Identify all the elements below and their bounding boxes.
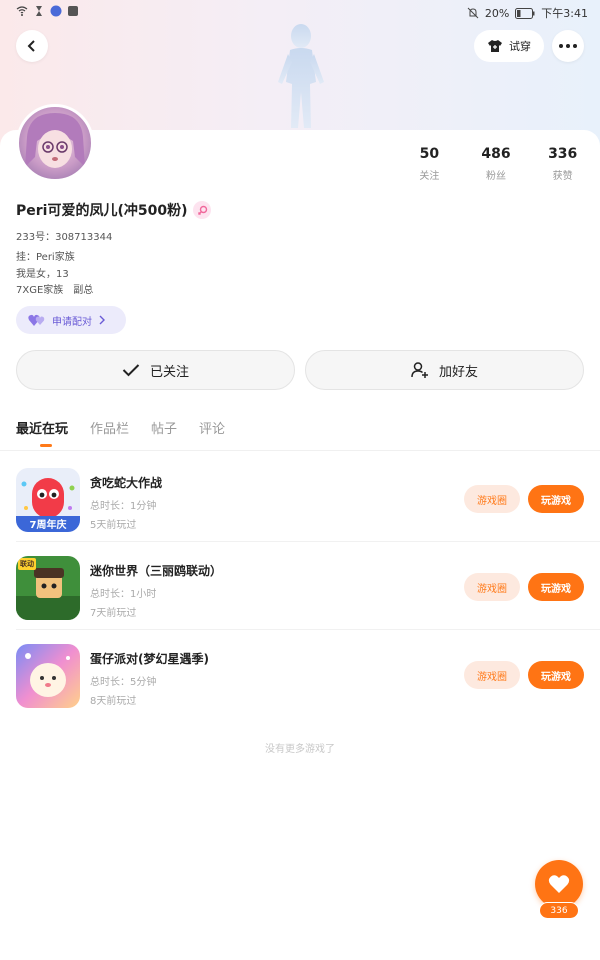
stat-likes[interactable]: 336 获赞 [529, 146, 596, 182]
stat-value: 336 [548, 146, 578, 162]
game-last-played: 8天前玩过 [90, 696, 137, 707]
tab-label: 帖子 [151, 422, 178, 437]
game-name: 迷你世界（三丽鸥联动） [90, 564, 223, 578]
game-list-item[interactable]: 联动 迷你世界（三丽鸥联动） 总时长：1小时 7天前玩过 游戏圈 玩游戏 [0, 542, 600, 630]
avatar[interactable] [16, 104, 94, 182]
like-button[interactable] [535, 860, 583, 908]
tab-label: 作品栏 [90, 422, 130, 437]
profile-stats: 50 关注 486 粉丝 336 获赞 [396, 146, 596, 182]
bio-line: 7XGE家族 副总 [16, 285, 94, 296]
wifi-icon [16, 6, 28, 16]
battery-icon [515, 7, 535, 19]
no-more-games-text: 没有更多游戏了 [265, 744, 335, 755]
game-icon-eggy-party [16, 644, 80, 708]
stat-label: 粉丝 [486, 171, 506, 182]
pair-request-button[interactable]: 申请配对 [16, 306, 126, 334]
game-icon-caption: 联动 [20, 560, 34, 568]
back-button[interactable] [16, 30, 48, 62]
tab-recent-games[interactable]: 最近在玩 [16, 418, 68, 447]
check-icon [122, 364, 140, 377]
more-dots-icon [559, 44, 577, 48]
play-game-button[interactable]: 玩游戏 [528, 661, 584, 689]
bio-line: 挂：Peri家族 [16, 252, 75, 263]
gallery-icon [68, 6, 78, 16]
play-game-button[interactable]: 玩游戏 [528, 485, 584, 513]
bio: 挂：Peri家族 我是女，13 7XGE家族 副总 [16, 250, 93, 300]
tab-active-indicator [40, 444, 52, 447]
stat-followers[interactable]: 486 粉丝 [463, 146, 530, 182]
pair-request-label: 申请配对 [52, 316, 92, 328]
game-duration: 总时长：1小时 [90, 589, 157, 600]
profile-tabs: 最近在玩 作品栏 帖子 评论 [16, 418, 225, 447]
tab-label: 评论 [199, 422, 226, 437]
double-heart-icon [28, 314, 45, 326]
gender-female-icon [193, 201, 212, 219]
try-on-label: 试穿 [509, 40, 531, 53]
stat-value: 50 [419, 146, 440, 162]
hourglass-icon [36, 6, 42, 16]
try-on-button[interactable]: 试穿 [474, 30, 544, 62]
bio-line: 我是女，13 [16, 268, 69, 280]
chevron-left-icon [27, 40, 35, 52]
stat-label: 关注 [419, 171, 440, 182]
game-name: 蛋仔派对(梦幻星遇季) [90, 652, 209, 666]
avatar-3d-figure [278, 24, 324, 128]
tabs-divider [0, 450, 600, 451]
game-list-item[interactable]: 蛋仔派对(梦幻星遇季) 总时长：5分钟 8天前玩过 游戏圈 玩游戏 [0, 630, 600, 718]
mute-icon [467, 7, 479, 19]
tshirt-icon [488, 40, 502, 52]
tab-comments[interactable]: 评论 [199, 418, 225, 447]
stat-value: 486 [481, 146, 511, 162]
battery-percent: 20% [484, 6, 510, 20]
game-duration: 总时长：1分钟 [90, 501, 157, 512]
game-circle-button[interactable]: 游戏圈 [464, 573, 520, 601]
tab-label: 最近在玩 [16, 422, 69, 437]
avatar-image [25, 113, 85, 168]
like-count-badge: 336 [539, 902, 579, 919]
followed-label: 已关注 [149, 364, 189, 380]
game-list-item[interactable]: 7周年庆 贪吃蛇大作战 总时长：1分钟 5天前玩过 游戏圈 玩游戏 [0, 454, 600, 542]
tab-works[interactable]: 作品栏 [90, 418, 129, 447]
chevron-right-icon [99, 315, 105, 325]
app-notification-icon [50, 5, 62, 17]
username: Peri可爱的凤儿(冲500粉) [16, 203, 188, 219]
status-bar: 20% 下午3:41 [0, 0, 600, 24]
game-last-played: 5天前玩过 [90, 520, 137, 531]
stat-following[interactable]: 50 关注 [396, 146, 463, 182]
add-friend-label: 加好友 [438, 364, 478, 380]
more-button[interactable] [552, 30, 584, 62]
heart-icon [548, 875, 570, 893]
game-name: 贪吃蛇大作战 [90, 476, 163, 490]
game-icon-snake: 7周年庆 [16, 468, 80, 532]
user-id: 233号：308713344 [16, 232, 113, 243]
game-icon-mini-world: 联动 [16, 556, 80, 620]
stat-label: 获赞 [552, 171, 573, 182]
tab-posts[interactable]: 帖子 [151, 418, 177, 447]
add-friend-button[interactable]: 加好友 [305, 350, 584, 390]
add-user-icon [411, 362, 428, 378]
game-circle-button[interactable]: 游戏圈 [464, 661, 520, 689]
game-last-played: 7天前玩过 [90, 608, 137, 619]
username-row: Peri可爱的凤儿(冲500粉) [16, 200, 212, 220]
play-game-button[interactable]: 玩游戏 [528, 573, 584, 601]
game-icon-caption: 7周年庆 [29, 520, 67, 531]
followed-button[interactable]: 已关注 [16, 350, 295, 390]
game-circle-button[interactable]: 游戏圈 [464, 485, 520, 513]
game-duration: 总时长：5分钟 [90, 677, 157, 688]
clock: 下午3:41 [541, 7, 588, 20]
